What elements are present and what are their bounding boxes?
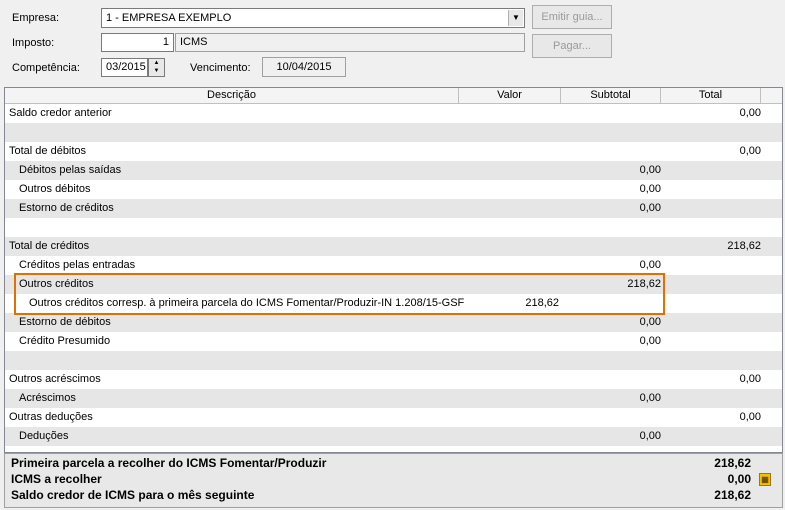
summary-label: ICMS a recolher [11, 472, 102, 486]
pagar-button[interactable]: Pagar... [532, 34, 612, 58]
summary-value: 0,00 [727, 472, 751, 486]
row-descricao: Deduções [19, 430, 69, 442]
table-row[interactable] [5, 351, 782, 370]
row-descricao: Estorno de créditos [19, 202, 114, 214]
vencimento-label: Vencimento: [190, 62, 251, 74]
row-descricao: Acréscimos [19, 392, 76, 404]
row-descricao: Outras deduções [9, 411, 93, 423]
row-descricao: Estorno de débitos [19, 316, 111, 328]
header-valor[interactable]: Valor [459, 88, 561, 104]
empresa-select[interactable]: 1 - EMPRESA EXEMPLO ▼ [101, 8, 525, 28]
table-row[interactable]: Estorno de créditos 0,00 [5, 199, 782, 218]
row-descricao: Crédito Presumido [19, 335, 111, 347]
apuracao-grid: Descrição Valor Subtotal Total Saldo cre… [4, 87, 783, 453]
chevron-down-icon[interactable]: ▼ [508, 10, 523, 26]
row-descricao: Total de débitos [9, 145, 87, 157]
row-subtotal: 0,00 [639, 430, 661, 442]
header-descricao[interactable]: Descrição [5, 88, 459, 104]
summary-row-primeira-parcela: Primeira parcela a recolher do ICMS Fome… [11, 456, 771, 472]
header-filler [761, 88, 782, 104]
table-row[interactable]: Débitos pelas saídas 0,00 [5, 161, 782, 180]
imposto-code-input[interactable]: 1 [101, 33, 174, 52]
table-row[interactable]: Outras deduções 0,00 [5, 408, 782, 427]
table-row[interactable]: Saldo credor anterior 0,00 [5, 104, 782, 123]
summary-label: Primeira parcela a recolher do ICMS Fome… [11, 456, 327, 470]
competencia-input[interactable]: 03/2015 [101, 58, 148, 77]
header-total[interactable]: Total [661, 88, 761, 104]
row-descricao: Créditos pelas entradas [19, 259, 136, 271]
table-row[interactable]: Acréscimos 0,00 [5, 389, 782, 408]
row-descricao: Outros débitos [19, 183, 91, 195]
row-subtotal: 218,62 [627, 278, 661, 290]
table-row[interactable] [5, 218, 782, 237]
table-row[interactable]: Outros débitos 0,00 [5, 180, 782, 199]
imposto-name-field: ICMS [175, 33, 525, 52]
competencia-label: Competência: [12, 62, 80, 74]
row-descricao: Saldo credor anterior [9, 107, 112, 119]
row-subtotal: 0,00 [639, 164, 661, 176]
empresa-value: 1 - EMPRESA EXEMPLO [106, 12, 232, 24]
row-descricao: Total de créditos [9, 240, 90, 252]
table-row[interactable]: Deduções 0,00 [5, 427, 782, 446]
summary-row-saldo-credor: Saldo credor de ICMS para o mês seguinte… [11, 488, 771, 504]
row-total: 0,00 [739, 107, 761, 119]
empresa-label: Empresa: [12, 12, 60, 24]
calculator-icon[interactable]: ▦ [759, 473, 771, 486]
row-subtotal: 0,00 [639, 316, 661, 328]
table-row[interactable]: Outros créditos corresp. à primeira parc… [5, 294, 782, 313]
table-row[interactable]: Outros créditos 218,62 [5, 275, 782, 294]
summary-value: 218,62 [714, 488, 751, 502]
summary-footer: Primeira parcela a recolher do ICMS Fome… [4, 453, 783, 508]
table-row[interactable]: Total de créditos 218,62 [5, 237, 782, 256]
row-subtotal: 0,00 [639, 183, 661, 195]
row-descricao: Outros créditos [19, 278, 94, 290]
row-subtotal: 0,00 [639, 259, 661, 271]
table-row[interactable]: Crédito Presumido 0,00 [5, 332, 782, 351]
table-row[interactable]: Estorno de débitos 0,00 [5, 313, 782, 332]
imposto-label: Imposto: [12, 37, 55, 49]
summary-row-icms-recolher: ICMS a recolher 0,00 ▦ [11, 472, 771, 488]
emitir-guia-button[interactable]: Emitir guia... [532, 5, 612, 29]
row-valor: 218,62 [525, 297, 559, 309]
row-total: 218,62 [727, 240, 761, 252]
row-subtotal: 0,00 [639, 392, 661, 404]
row-subtotal: 0,00 [639, 335, 661, 347]
row-descricao: Outros créditos corresp. à primeira parc… [29, 297, 465, 309]
grid-header: Descrição Valor Subtotal Total [5, 88, 782, 104]
header-subtotal[interactable]: Subtotal [561, 88, 661, 104]
table-row[interactable]: Total de débitos 0,00 [5, 142, 782, 161]
spin-up-icon[interactable]: ▲ [149, 59, 164, 67]
row-total: 0,00 [739, 145, 761, 157]
table-row[interactable]: Créditos pelas entradas 0,00 [5, 256, 782, 275]
summary-label: Saldo credor de ICMS para o mês seguinte [11, 488, 255, 502]
row-total: 0,00 [739, 373, 761, 385]
summary-value: 218,62 [714, 456, 751, 470]
row-subtotal: 0,00 [639, 202, 661, 214]
row-total: 0,00 [739, 411, 761, 423]
table-row[interactable]: Outros acréscimos 0,00 [5, 370, 782, 389]
vencimento-field: 10/04/2015 [262, 57, 346, 77]
spin-down-icon[interactable]: ▼ [149, 67, 164, 75]
row-descricao: Outros acréscimos [9, 373, 101, 385]
competencia-spinner[interactable]: ▲ ▼ [148, 58, 165, 77]
row-descricao: Débitos pelas saídas [19, 164, 122, 176]
table-row[interactable] [5, 123, 782, 142]
